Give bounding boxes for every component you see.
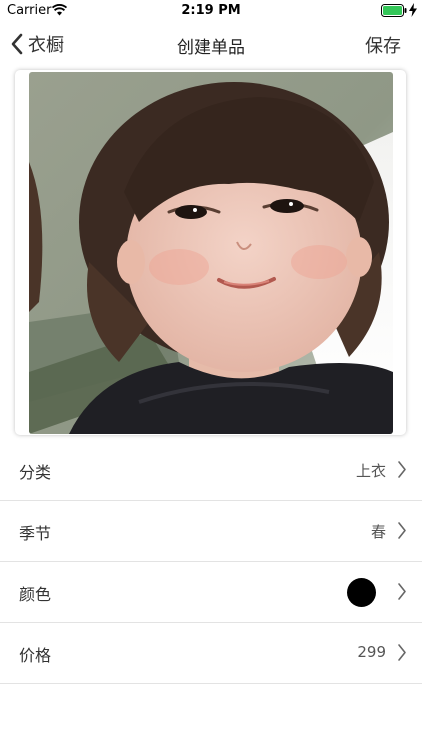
season-value: 春 [370, 523, 386, 541]
row-color[interactable]: 颜色 [0, 562, 422, 623]
price-label: 价格 [19, 646, 52, 665]
photo-of-child [29, 72, 393, 434]
row-price[interactable]: 价格 299 [0, 623, 422, 684]
save-button[interactable]: 保存 [365, 32, 401, 58]
chevron-right-icon [398, 461, 406, 478]
item-photo[interactable] [29, 72, 393, 434]
season-label: 季节 [19, 524, 52, 543]
color-label: 颜色 [19, 585, 52, 604]
chevron-right-icon [398, 644, 406, 661]
photo-card[interactable] [15, 70, 406, 435]
chevron-right-icon [398, 522, 406, 539]
charging-bolt-icon [409, 3, 417, 17]
page-title: 创建单品 [177, 38, 245, 58]
navigation-bar: 衣橱 创建单品 保存 [0, 22, 422, 66]
row-season[interactable]: 季节 春 [0, 501, 422, 562]
row-category[interactable]: 分类 上衣 [0, 440, 422, 501]
battery-icon [381, 4, 407, 17]
create-item-screen: Carrier 2:19 PM 衣橱 创建单品 保存 分类 上衣 季节 春 颜色… [0, 0, 422, 750]
chevron-right-icon [398, 583, 406, 600]
category-value: 上衣 [355, 462, 386, 480]
status-bar: Carrier 2:19 PM [0, 0, 422, 22]
status-time: 2:19 PM [181, 3, 241, 18]
price-value: 299 [357, 643, 386, 661]
category-label: 分类 [19, 463, 52, 482]
color-swatch [347, 578, 376, 607]
